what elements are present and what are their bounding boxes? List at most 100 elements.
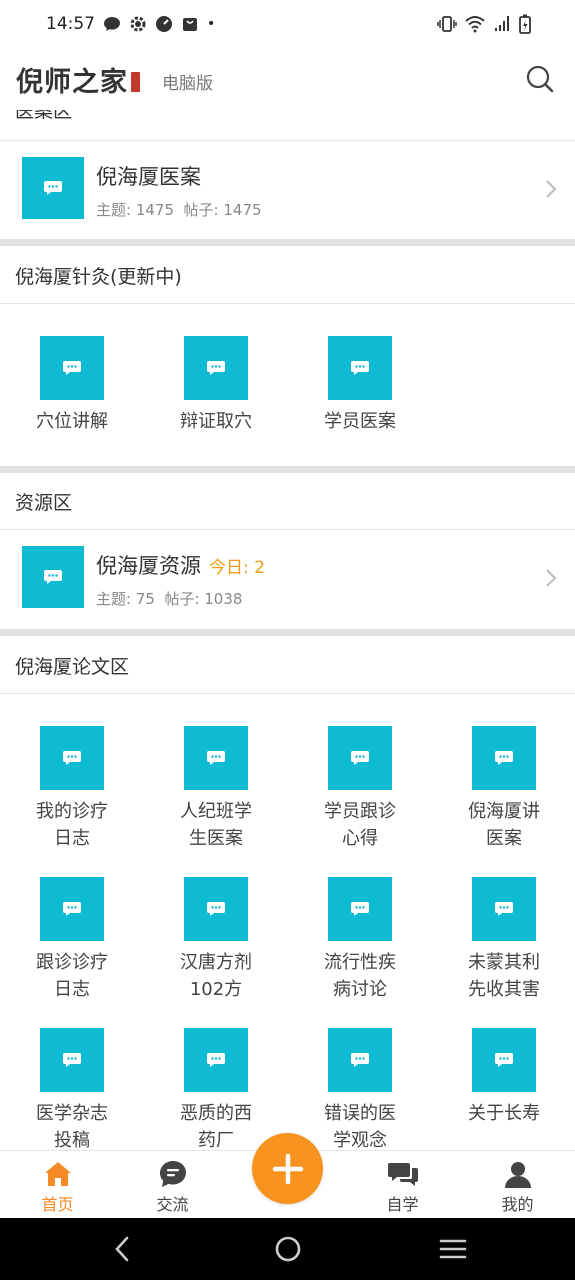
chat-bubble-icon	[207, 902, 225, 916]
grid-item-paper[interactable]: 未蒙其利 先收其害	[432, 877, 575, 1007]
forum-icon	[184, 1028, 248, 1092]
chat-bubble-icon	[207, 751, 225, 765]
chat-bubble-icon	[63, 902, 81, 916]
grid-item-diagnosis[interactable]: 辩证取穴	[144, 336, 288, 466]
nav-home[interactable]: 首页	[0, 1151, 115, 1219]
nav-mine[interactable]: 我的	[460, 1151, 575, 1219]
forum-stats: 主题: 75 帖子: 1038	[96, 590, 243, 608]
chat-bubble-icon	[495, 1053, 513, 1067]
chat-bubble-icon	[207, 361, 225, 375]
section-title-papers: 倪海厦论文区	[15, 656, 130, 678]
grid-label-line: 关于长寿	[468, 1103, 540, 1124]
grid-item-paper[interactable]: 汉唐方剂 102方	[144, 877, 288, 1007]
desktop-version-link[interactable]: 电脑版	[162, 69, 213, 94]
grid-label: 我的诊疗 日志	[0, 798, 144, 852]
forum-icon	[472, 726, 536, 790]
grid-item-acupoint[interactable]: 穴位讲解	[0, 336, 144, 466]
grid-label-line: 日志	[54, 828, 90, 849]
grid-label: 学员医案	[324, 411, 396, 432]
grid-label: 穴位讲解	[36, 411, 108, 432]
chat-icon	[160, 1161, 186, 1187]
nav-label: 交流	[156, 1195, 189, 1214]
chat-bubble-icon	[351, 902, 369, 916]
grid-label-line: 日志	[54, 979, 90, 1000]
chat-bubble-icon	[44, 570, 62, 584]
forum-row-ni-cases[interactable]: 倪海厦医案 主题: 1475 帖子: 1475	[0, 141, 575, 239]
grid-label: 倪海厦讲 医案	[432, 798, 575, 852]
grid-item-paper[interactable]: 学员跟诊 心得	[288, 726, 432, 856]
grid-label-line: 学员跟诊	[324, 801, 396, 822]
shopping-bag-icon	[183, 18, 197, 31]
grid-item-paper[interactable]: 错误的医 学观念	[288, 1028, 432, 1150]
status-dot: •	[207, 16, 216, 32]
grid-label-line: 倪海厦讲	[468, 801, 540, 822]
grid-label-line: 恶质的西	[180, 1103, 252, 1124]
message-icon	[104, 17, 120, 31]
forum-title-group: 倪海厦资源 今日: 2	[96, 550, 265, 580]
forum-name: 倪海厦医案	[96, 165, 201, 189]
grid-label-line: 102方	[189, 979, 243, 1000]
grid-label: 汉唐方剂 102方	[144, 949, 288, 1003]
forum-icon	[328, 336, 392, 400]
chat-bubble-icon	[351, 751, 369, 765]
grid-label: 医学杂志 投稿	[0, 1100, 144, 1150]
grid-label-line: 医学杂志	[36, 1103, 108, 1124]
forum-icon	[40, 1028, 104, 1092]
forum-icon	[328, 1028, 392, 1092]
nav-label: 我的	[501, 1195, 534, 1214]
forum-icon	[40, 336, 104, 400]
grid-item-student-cases[interactable]: 学员医案	[288, 336, 432, 466]
forum-icon	[472, 1028, 536, 1092]
status-time: 14:57	[46, 14, 95, 34]
grid-label-line: 医案	[486, 828, 522, 849]
chat-bubble-icon	[351, 361, 369, 375]
grid-label: 跟诊诊疗 日志	[0, 949, 144, 1003]
chevron-right-icon	[546, 569, 557, 587]
menu-icon[interactable]	[438, 1234, 468, 1264]
chat-bubble-icon	[495, 751, 513, 765]
logo-seal	[131, 72, 140, 92]
grid-item-paper[interactable]: 跟诊诊疗 日志	[0, 877, 144, 1007]
grid-label: 学员跟诊 心得	[288, 798, 432, 852]
home-circle-icon[interactable]	[273, 1234, 303, 1264]
forum-icon	[328, 726, 392, 790]
signal-icon	[495, 16, 509, 31]
chat-bubble-icon	[44, 181, 62, 195]
chat-bubble-icon	[63, 1053, 81, 1067]
chat-bubble-icon	[207, 1053, 225, 1067]
grid-label: 未蒙其利 先收其害	[432, 949, 575, 1003]
nav-study[interactable]: 自学	[345, 1151, 460, 1219]
forum-list[interactable]: 医案区 倪海厦医案 主题: 1475 帖子: 1475 倪海厦针灸(更新中) 穴…	[0, 110, 575, 1150]
nav-chat[interactable]: 交流	[115, 1151, 230, 1219]
grid-item-paper[interactable]: 关于长寿	[432, 1028, 575, 1150]
back-icon[interactable]	[108, 1234, 138, 1264]
vibrate-icon	[437, 16, 457, 32]
search-icon[interactable]	[525, 64, 555, 94]
grid-item-paper[interactable]: 倪海厦讲 医案	[432, 726, 575, 856]
grid-item-paper[interactable]: 人纪班学 生医案	[144, 726, 288, 856]
grid-label-line: 汉唐方剂	[180, 952, 252, 973]
conversation-icon	[388, 1163, 418, 1186]
home-icon	[45, 1162, 71, 1186]
forum-icon	[328, 877, 392, 941]
chat-bubble-icon	[63, 751, 81, 765]
forum-icon	[22, 546, 84, 608]
grid-item-paper[interactable]: 流行性疾 病讨论	[288, 877, 432, 1007]
grid-label-line: 病讨论	[333, 979, 387, 1000]
grid-item-paper[interactable]: 恶质的西 药厂	[144, 1028, 288, 1150]
app-header: 倪师之家 电脑版	[0, 48, 575, 110]
settings-icon	[130, 16, 146, 32]
grid-label-line: 心得	[342, 828, 378, 849]
forum-row-ni-resources[interactable]: 倪海厦资源 今日: 2 主题: 75 帖子: 1038	[0, 530, 575, 628]
grid-label: 辩证取穴	[180, 411, 252, 432]
forum-icon	[184, 336, 248, 400]
today-count: 今日: 2	[209, 558, 265, 578]
add-post-button[interactable]	[252, 1133, 323, 1204]
grid-label-line: 未蒙其利	[468, 952, 540, 973]
section-title-cases: 医案区	[15, 110, 73, 122]
grid-label-line: 我的诊疗	[36, 801, 108, 822]
grid-item-paper[interactable]: 医学杂志 投稿	[0, 1028, 144, 1150]
battery-icon	[519, 14, 531, 34]
forum-stats: 主题: 1475 帖子: 1475	[96, 201, 262, 219]
grid-item-paper[interactable]: 我的诊疗 日志	[0, 726, 144, 856]
